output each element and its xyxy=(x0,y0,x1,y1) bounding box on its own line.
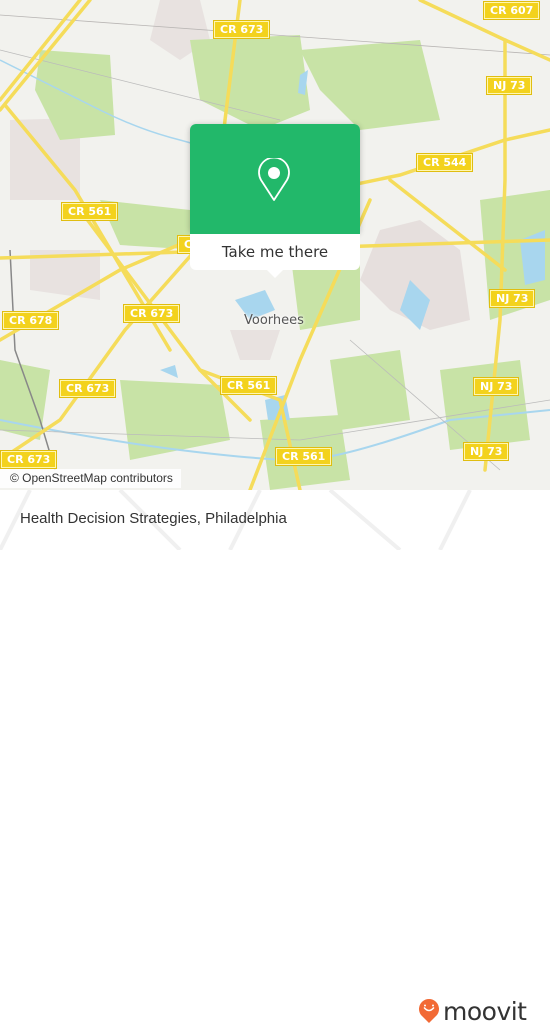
road-label-nj73: NJ 73 xyxy=(474,378,519,395)
road-label-cr673: CR 673 xyxy=(1,451,57,468)
road-label-nj73: NJ 73 xyxy=(487,77,532,94)
road-label-cr607: CR 607 xyxy=(484,2,540,19)
road-label-cr673: CR 673 xyxy=(60,380,116,397)
moovit-wordmark: moovit xyxy=(443,996,527,1026)
map-attribution[interactable]: © OpenStreetMap contributors xyxy=(0,469,181,488)
road-label-nj73: NJ 73 xyxy=(464,443,509,460)
take-me-there-button[interactable]: Take me there xyxy=(190,234,360,270)
location-pin-icon xyxy=(258,158,290,201)
footer: Health Decision Strategies, Philadelphia… xyxy=(0,490,550,1024)
destination-popup: Take me there xyxy=(190,124,360,278)
road-label-nj73: NJ 73 xyxy=(490,290,535,307)
road-label-cr678: CR 678 xyxy=(3,312,59,329)
popup-header xyxy=(190,124,360,234)
moovit-logo[interactable]: moovit xyxy=(418,998,527,1024)
map-view[interactable]: CR 673 CR 607 NJ 73 CR 544 CR 561 CR 561… xyxy=(0,0,550,490)
road-label-cr673: CR 673 xyxy=(214,21,270,38)
moovit-pin-icon xyxy=(419,999,439,1023)
popup-tail xyxy=(267,270,283,278)
road-label-cr561: CR 561 xyxy=(62,203,118,220)
road-label-cr561: CR 561 xyxy=(276,448,332,465)
road-label-cr544: CR 544 xyxy=(417,154,473,171)
place-label-voorhees: Voorhees xyxy=(244,313,304,328)
road-label-cr673: CR 673 xyxy=(124,305,180,322)
place-title: Health Decision Strategies, Philadelphia xyxy=(20,510,287,527)
road-label-cr561: CR 561 xyxy=(221,377,277,394)
